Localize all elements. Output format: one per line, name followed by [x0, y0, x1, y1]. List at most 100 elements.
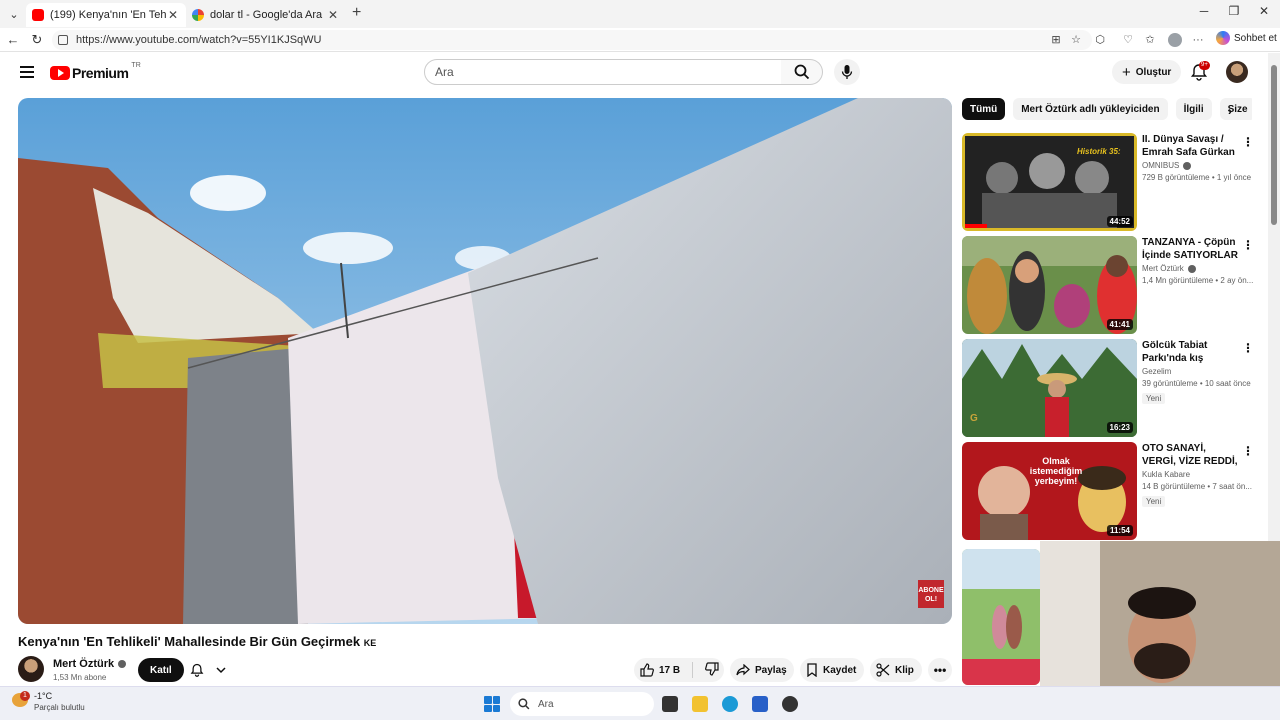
recommendation-meta: 729 B görüntüleme • 1 yıl önce [1142, 173, 1252, 182]
recommendation-title[interactable]: TANZANYA - Çöpün İçinde SATIYORLAR ... [1142, 236, 1242, 262]
back-icon[interactable]: ← [4, 31, 22, 49]
task-view-icon[interactable] [662, 696, 678, 712]
settings-more-icon[interactable]: ··· [1190, 32, 1206, 48]
chevron-down-icon [216, 667, 226, 674]
channel-text: Kukla Kabare [1142, 470, 1191, 479]
dislike-button[interactable] [693, 661, 719, 679]
chevron-right-icon[interactable]: › [1228, 104, 1232, 118]
google-icon [192, 9, 204, 21]
notifications-badge: 9+ [1199, 61, 1210, 70]
video-thumbnail[interactable]: Historik 35: 44:52 [962, 133, 1137, 231]
recommendation-channel[interactable]: Gezelim [1142, 367, 1242, 376]
favorite-star-icon[interactable]: ☆ [1068, 32, 1084, 48]
more-vertical-icon[interactable]: ⋮ [1242, 135, 1254, 149]
chip-uploader[interactable]: Mert Öztürk adlı yükleyiciden [1013, 98, 1168, 120]
youtube-icon [32, 9, 44, 21]
app-icon[interactable] [782, 696, 798, 712]
video-frame [18, 98, 952, 624]
search-button[interactable] [781, 59, 823, 85]
minimize-icon[interactable]: ─ [1194, 4, 1214, 18]
weather-widget[interactable]: 1 -1°C Parçalı bulutlu [12, 691, 85, 712]
recommendation-title[interactable]: II. Dünya Savaşı / Emrah Safa Gürkan -..… [1142, 133, 1242, 159]
profile-icon[interactable] [1168, 33, 1182, 47]
subscription-bell-button[interactable] [184, 658, 232, 682]
video-player[interactable]: ABONE OL! [18, 98, 952, 624]
recommendation-meta: 14 B görüntüleme • 7 saat ön... [1142, 482, 1252, 491]
subscribe-watermark[interactable]: ABONE OL! [918, 580, 944, 608]
more-vertical-icon[interactable]: ⋮ [1242, 444, 1254, 458]
recommendation-item[interactable]: G 16:23 Gölcük Tabiat Parkı'nda kış güze… [962, 339, 1262, 437]
url-field[interactable]: https://www.youtube.com/watch?v=55YI1KJS… [52, 30, 1092, 50]
temperature: -1°C [34, 691, 53, 701]
bell-icon [190, 663, 204, 677]
scrollbar-thumb[interactable] [1271, 65, 1277, 225]
browser-tabstrip: ⌄ (199) Kenya'nın 'En Tehlikeli' Maha ✕ … [0, 0, 1280, 28]
plus-icon: + [1122, 63, 1131, 81]
search-input[interactable]: Ara [424, 59, 782, 85]
recommendation-title[interactable]: Gölcük Tabiat Parkı'nda kış güzelliği [1142, 339, 1242, 365]
site-info-icon[interactable] [58, 35, 68, 45]
clip-button[interactable]: Klip [870, 658, 922, 682]
video-thumbnail[interactable]: G 16:23 [962, 339, 1137, 437]
more-vertical-icon[interactable]: ⋮ [1242, 341, 1254, 355]
chip-for-you[interactable]: Size [1219, 98, 1252, 120]
video-thumbnail[interactable]: 41:41 [962, 236, 1137, 334]
share-button[interactable]: Paylaş [730, 658, 794, 682]
recommendation-channel[interactable]: OMNIBUS [1142, 161, 1242, 170]
more-vertical-icon[interactable]: ⋮ [1242, 238, 1254, 252]
more-actions-button[interactable]: ••• [928, 658, 952, 682]
duration-badge: 44:52 [1106, 216, 1133, 227]
recommendation-meta: 1,4 Mn görüntüleme • 2 ay ön... [1142, 276, 1254, 285]
recommendation-title[interactable]: OTO SANAYİ, VERGİ, VİZE REDDİ, AVM ... [1142, 442, 1242, 468]
copilot-button[interactable]: Sohbet et [1216, 31, 1277, 45]
close-tab-icon[interactable]: ✕ [326, 8, 340, 22]
tab-title: dolar tl - Google'da Ara [210, 9, 323, 21]
tab-actions-menu-icon[interactable]: ⌄ [4, 4, 24, 24]
file-explorer-icon[interactable] [692, 696, 708, 712]
recommendation-item[interactable]: Historik 35: 44:52 II. Dünya Savaşı / Em… [962, 133, 1262, 231]
recommendation-item[interactable]: 41:41 TANZANYA - Çöpün İçinde SATIYORLAR… [962, 236, 1262, 334]
channel-name[interactable]: Mert Öztürk [53, 658, 127, 670]
recommendation-item[interactable] [962, 549, 1040, 685]
chip-related[interactable]: İlgili [1175, 98, 1212, 120]
extensions-icon[interactable]: ⬡ [1092, 32, 1108, 48]
tab-google[interactable]: dolar tl - Google'da Ara ✕ [186, 3, 346, 27]
verified-icon [1187, 264, 1196, 273]
youtube-logo[interactable]: Premium TR [50, 62, 141, 81]
favorites-icon[interactable]: ✩ [1142, 32, 1158, 48]
tab-youtube[interactable]: (199) Kenya'nın 'En Tehlikeli' Maha ✕ [26, 3, 186, 27]
chip-all[interactable]: Tümü [962, 98, 1006, 120]
create-button[interactable]: + Oluştur [1112, 60, 1182, 84]
taskbar-search[interactable]: Ara [510, 692, 654, 716]
close-window-icon[interactable]: ✕ [1254, 4, 1274, 18]
new-badge: Yeni [1142, 496, 1166, 507]
save-button[interactable]: Kaydet [800, 658, 864, 682]
browser-essentials-icon[interactable]: ♡ [1120, 32, 1136, 48]
channel-avatar[interactable] [18, 656, 44, 682]
voice-search-button[interactable] [834, 59, 860, 85]
like-count: 17 B [659, 664, 681, 676]
app-available-icon[interactable]: ⊞ [1048, 32, 1064, 48]
windows-taskbar: 1 -1°C Parçalı bulutlu Ara [0, 686, 1280, 720]
subscriber-count: 1,53 Mn abone [53, 673, 107, 682]
video-thumbnail[interactable]: Olmak istemediğim yerbeyim! 11:54 [962, 442, 1137, 540]
video-thumbnail[interactable] [962, 549, 1040, 685]
channel-text: Gezelim [1142, 367, 1172, 376]
close-tab-icon[interactable]: ✕ [166, 8, 180, 22]
join-button[interactable]: Katıl [138, 658, 184, 682]
user-avatar[interactable] [1226, 61, 1248, 83]
new-tab-icon[interactable]: + [352, 4, 361, 22]
edge-browser-icon[interactable] [722, 696, 738, 712]
windows-start-icon[interactable] [484, 696, 500, 712]
recommendation-channel[interactable]: Kukla Kabare [1142, 470, 1242, 479]
store-icon[interactable] [752, 696, 768, 712]
restore-icon[interactable]: ❐ [1224, 4, 1244, 18]
svg-text:G: G [970, 413, 978, 424]
refresh-icon[interactable]: ↻ [28, 31, 46, 49]
recommendation-channel[interactable]: Mert Öztürk [1142, 264, 1242, 273]
recommendation-item[interactable]: Olmak istemediğim yerbeyim! 11:54 OTO SA… [962, 442, 1262, 540]
channel-name-text: Mert Öztürk [53, 658, 115, 670]
menu-icon[interactable] [20, 66, 34, 78]
recommendation-info: Gölcük Tabiat Parkı'nda kış güzelliği Ge… [1142, 339, 1251, 406]
like-button[interactable]: 17 B [640, 662, 694, 678]
